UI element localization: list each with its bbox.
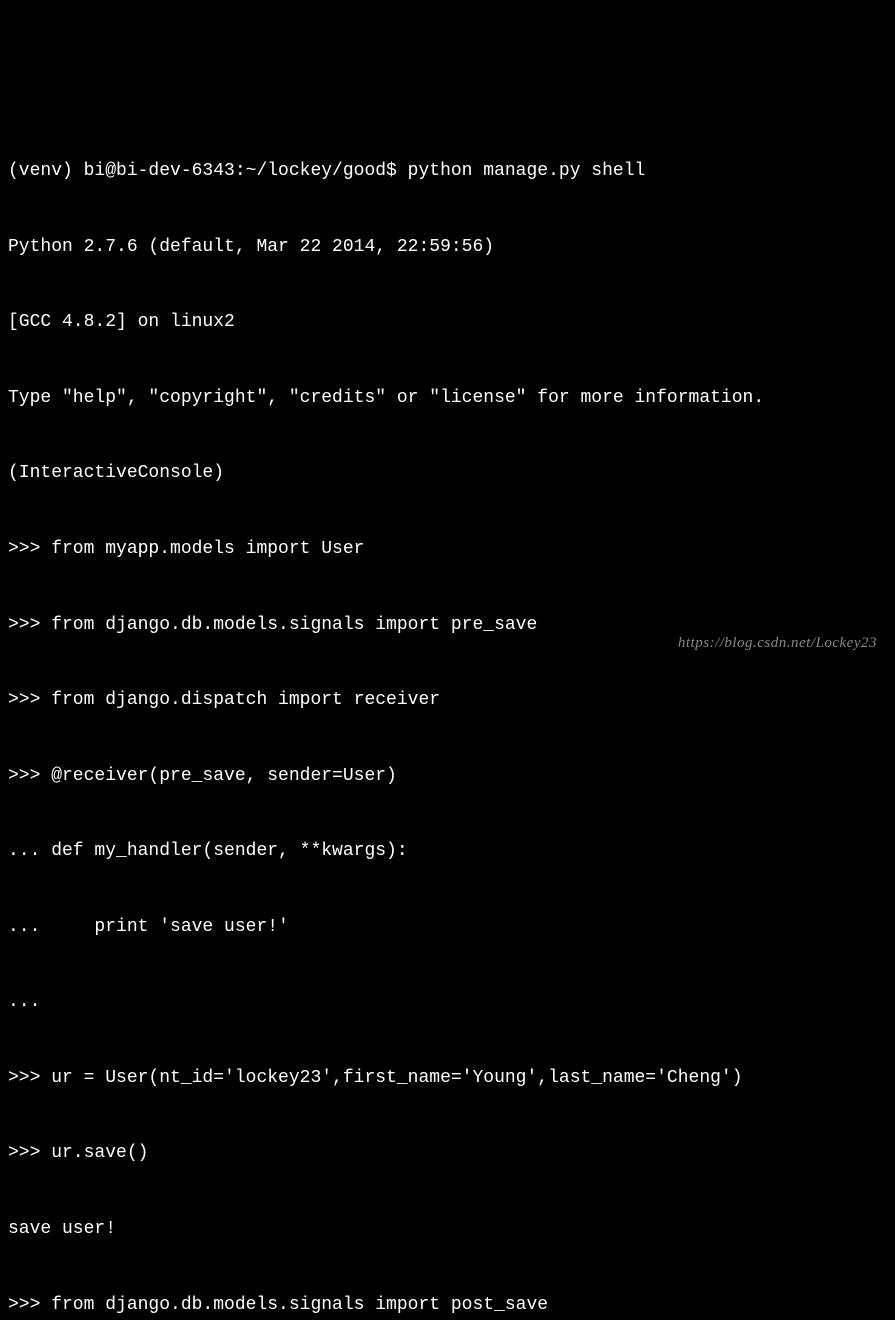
terminal-line: (venv) bi@bi-dev-6343:~/lockey/good$ pyt…	[8, 159, 887, 184]
terminal-line: (InteractiveConsole)	[8, 461, 887, 486]
terminal-line: >>> from django.db.models.signals import…	[8, 1293, 887, 1318]
watermark-text: https://blog.csdn.net/Lockey23	[678, 633, 877, 654]
terminal-line: >>> from django.dispatch import receiver	[8, 688, 887, 713]
terminal-line: >>> ur = User(nt_id='lockey23',first_nam…	[8, 1066, 887, 1091]
terminal-line: ... def my_handler(sender, **kwargs):	[8, 839, 887, 864]
terminal-line: Python 2.7.6 (default, Mar 22 2014, 22:5…	[8, 235, 887, 260]
terminal-line: >>> from myapp.models import User	[8, 537, 887, 562]
terminal-line: ...	[8, 990, 887, 1015]
terminal-line: >>> ur.save()	[8, 1141, 887, 1166]
terminal-container[interactable]: (venv) bi@bi-dev-6343:~/lockey/good$ pyt…	[8, 109, 887, 1320]
terminal-line: >>> @receiver(pre_save, sender=User)	[8, 764, 887, 789]
terminal-line: ... print 'save user!'	[8, 915, 887, 940]
terminal-line: Type "help", "copyright", "credits" or "…	[8, 386, 887, 411]
terminal-line: [GCC 4.8.2] on linux2	[8, 310, 887, 335]
terminal-line: save user!	[8, 1217, 887, 1242]
